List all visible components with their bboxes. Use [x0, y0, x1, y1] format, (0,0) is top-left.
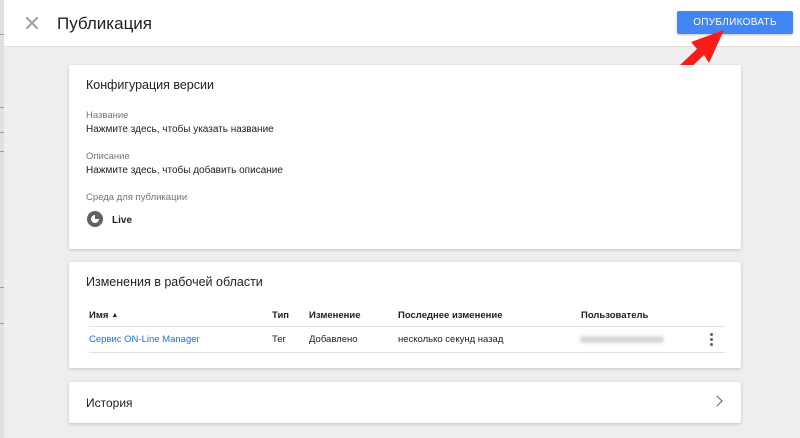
close-icon[interactable] — [22, 13, 42, 33]
page-title: Публикация — [57, 14, 153, 33]
column-header-type[interactable]: Тип — [272, 310, 289, 321]
column-header-last-change[interactable]: Последнее изменение — [398, 310, 502, 321]
background-panel-edge — [0, 0, 4, 438]
name-field[interactable]: Нажмите здесь, чтобы указать название — [86, 124, 274, 135]
table-row[interactable]: Сервис ON-Line Manager Тег Добавлено нес… — [89, 326, 725, 353]
row-user-redacted — [580, 336, 664, 343]
row-last-change: несколько секунд назад — [398, 334, 504, 345]
description-label: Описание — [86, 151, 130, 162]
row-name-link[interactable]: Сервис ON-Line Manager — [89, 334, 200, 345]
chevron-right-icon — [711, 395, 723, 407]
workspace-changes-title: Изменения в рабочей области — [86, 275, 263, 289]
row-change: Добавлено — [309, 334, 358, 345]
environment-label: Среда для публикации — [86, 192, 188, 203]
version-config-card: Конфигурация версии Название Нажмите зде… — [69, 65, 741, 249]
row-type: Тег — [272, 334, 287, 345]
description-field[interactable]: Нажмите здесь, чтобы добавить описание — [86, 165, 283, 176]
column-header-change[interactable]: Изменение — [309, 310, 361, 321]
name-label: Название — [86, 110, 129, 121]
more-vert-icon[interactable] — [709, 332, 715, 348]
table-header: Имя Тип Изменение Последнее изменение По… — [89, 310, 725, 326]
column-header-name[interactable]: Имя — [89, 310, 118, 321]
history-title: История — [86, 396, 133, 410]
environment-icon — [87, 211, 103, 227]
column-header-user[interactable]: Пользователь — [581, 310, 648, 321]
version-config-title: Конфигурация версии — [86, 78, 214, 92]
history-card[interactable]: История — [69, 382, 741, 423]
environment-name: Live — [112, 215, 133, 226]
workspace-changes-card: Изменения в рабочей области Имя Тип Изме… — [69, 262, 741, 368]
